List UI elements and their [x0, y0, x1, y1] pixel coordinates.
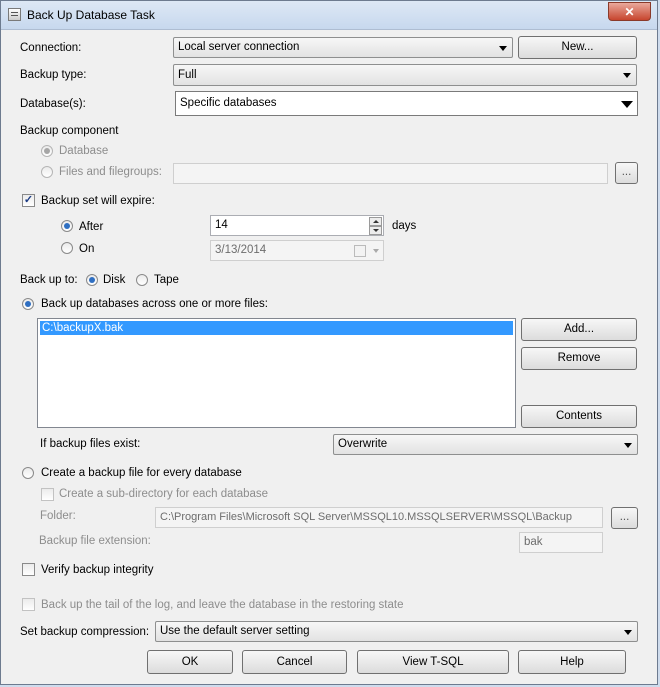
expire-after-radio[interactable] [61, 220, 73, 232]
chevron-down-icon [623, 73, 631, 78]
backup-type-select[interactable]: Full [173, 64, 637, 86]
compression-value: Use the default server setting [160, 625, 310, 637]
chevron-down-icon [499, 45, 507, 51]
expire-days-value: 14 [215, 219, 228, 231]
verify-integrity-checkbox[interactable] [22, 563, 35, 576]
dialog-icon [8, 8, 21, 21]
new-connection-button[interactable]: New... [518, 36, 637, 59]
back-up-to-label: Back up to: [20, 274, 78, 286]
if-exists-label: If backup files exist: [40, 438, 141, 450]
compression-select[interactable]: Use the default server setting [155, 621, 638, 642]
add-file-button[interactable]: Add... [521, 318, 637, 341]
per-database-radio[interactable] [22, 467, 34, 479]
across-files-label: Back up databases across one or more fil… [41, 298, 268, 310]
databases-label: Database(s): [20, 98, 86, 110]
files-browse-button[interactable]: ... [615, 162, 638, 184]
backup-database-task-dialog: Back Up Database Task ✕ Connection: Loca… [0, 0, 658, 685]
backup-type-value: Full [178, 69, 197, 81]
database-option-label: Database [59, 145, 109, 157]
close-icon: ✕ [624, 5, 635, 19]
ok-button[interactable]: OK [147, 650, 233, 674]
files-filegroups-label: Files and filegroups: [59, 166, 162, 178]
compression-label: Set backup compression: [20, 626, 150, 638]
extension-field: bak [519, 532, 603, 553]
view-tsql-button[interactable]: View T-SQL [357, 650, 509, 674]
window-title: Back Up Database Task [27, 8, 155, 22]
expire-after-label: After [79, 221, 104, 233]
chevron-down-icon [624, 442, 632, 448]
databases-select[interactable]: Specific databases [175, 91, 638, 116]
backup-type-label: Backup type: [20, 69, 87, 81]
tape-radio[interactable] [136, 274, 148, 286]
backup-expire-checkbox[interactable]: ✓ [22, 194, 35, 207]
tail-log-checkbox[interactable] [22, 598, 35, 611]
days-spinner[interactable] [369, 217, 382, 235]
backup-expire-label: Backup set will expire: [41, 195, 155, 207]
across-files-radio[interactable] [22, 298, 34, 310]
remove-file-button[interactable]: Remove [521, 347, 637, 370]
disk-label: Disk [103, 274, 126, 286]
tape-label: Tape [154, 274, 179, 286]
files-filegroups-field [173, 163, 608, 184]
cancel-button[interactable]: Cancel [242, 650, 347, 674]
disk-radio[interactable] [86, 274, 98, 286]
chevron-down-icon [373, 249, 379, 253]
if-exists-value: Overwrite [338, 438, 388, 450]
calendar-icon [354, 245, 366, 257]
folder-browse-button[interactable]: ... [611, 507, 638, 529]
files-filegroups-radio[interactable] [41, 166, 53, 178]
connection-select[interactable]: Local server connection [173, 37, 513, 58]
verify-integrity-label: Verify backup integrity [41, 564, 154, 576]
folder-label: Folder: [40, 510, 76, 522]
expire-on-radio[interactable] [61, 242, 73, 254]
close-button[interactable]: ✕ [608, 2, 651, 21]
expire-on-label: On [79, 243, 95, 255]
expire-days-input[interactable]: 14 [210, 215, 384, 236]
expire-date-value: 3/13/2014 [215, 244, 267, 256]
contents-button[interactable]: Contents [521, 405, 637, 428]
chevron-down-icon [621, 100, 633, 108]
if-exists-select[interactable]: Overwrite [333, 434, 638, 455]
spin-up-icon[interactable] [369, 217, 382, 226]
connection-label: Connection: [20, 42, 82, 54]
backup-component-label: Backup component [20, 125, 119, 137]
spin-down-icon[interactable] [369, 226, 382, 235]
database-radio[interactable] [41, 145, 53, 157]
folder-field: C:\Program Files\Microsoft SQL Server\MS… [155, 507, 603, 528]
subdirectory-label: Create a sub-directory for each database [59, 488, 269, 500]
title-bar: Back Up Database Task ✕ [1, 1, 657, 30]
connection-value: Local server connection [178, 41, 300, 53]
databases-value: Specific databases [180, 97, 277, 109]
backup-files-list[interactable]: C:\backupX.bak [37, 318, 516, 428]
per-database-label: Create a backup file for every database [41, 467, 242, 479]
list-item[interactable]: C:\backupX.bak [40, 321, 513, 335]
tail-log-label: Back up the tail of the log, and leave t… [41, 599, 404, 611]
expire-date-picker: 3/13/2014 [210, 240, 384, 261]
days-label: days [392, 220, 417, 232]
chevron-down-icon [624, 629, 632, 635]
subdirectory-checkbox[interactable] [41, 488, 54, 501]
help-button[interactable]: Help [518, 650, 626, 674]
checkmark-icon: ✓ [23, 194, 34, 206]
extension-label: Backup file extension: [39, 535, 151, 547]
